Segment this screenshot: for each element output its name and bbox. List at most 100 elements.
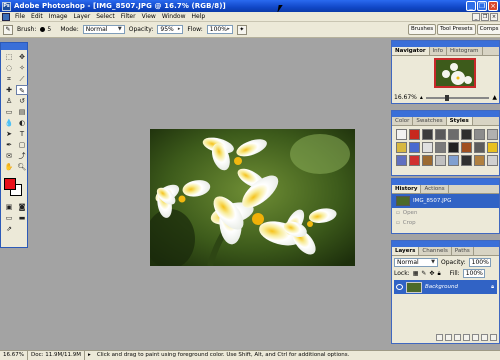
tab-swatches[interactable]: Swatches xyxy=(413,117,447,125)
shape-tool-icon[interactable]: ▢ xyxy=(16,140,28,150)
doc-minimize-button[interactable]: _ xyxy=(472,13,480,21)
tab-styles[interactable]: Styles xyxy=(446,117,473,125)
doc-restore-button[interactable]: ❐ xyxy=(481,13,489,21)
crop-tool-icon[interactable]: ⌗ xyxy=(3,74,15,84)
path-selection-tool-icon[interactable]: ➤ xyxy=(3,129,15,139)
style-swatch[interactable] xyxy=(448,155,459,166)
style-swatch[interactable] xyxy=(435,129,446,140)
history-item[interactable]: ▫ Open xyxy=(392,208,499,218)
magic-wand-tool-icon[interactable]: ✧ xyxy=(16,63,28,73)
menu-layer[interactable]: Layer xyxy=(70,13,93,20)
tab-info[interactable]: Info xyxy=(430,47,447,55)
document-icon[interactable] xyxy=(2,12,10,21)
style-swatch[interactable] xyxy=(448,129,459,140)
style-swatch[interactable] xyxy=(487,142,498,153)
tab-history[interactable]: History xyxy=(392,185,422,193)
gradient-tool-icon[interactable]: ▤ xyxy=(16,107,28,117)
menu-view[interactable]: View xyxy=(139,13,159,20)
menu-help[interactable]: Help xyxy=(189,13,209,20)
link-icon[interactable] xyxy=(436,334,443,341)
new-layer-icon[interactable] xyxy=(481,334,488,341)
close-button[interactable]: × xyxy=(488,1,498,11)
blend-mode-dropdown[interactable]: Normal ▼ xyxy=(394,258,438,267)
lasso-tool-icon[interactable]: ◌ xyxy=(3,63,15,73)
tab-layers[interactable]: Layers xyxy=(392,247,420,255)
style-swatch[interactable] xyxy=(487,129,498,140)
adjustment-layer-icon[interactable] xyxy=(463,334,470,341)
minimize-button[interactable]: _ xyxy=(466,1,476,11)
style-swatch[interactable] xyxy=(474,142,485,153)
history-brush-tool-icon[interactable]: ↺ xyxy=(16,96,28,106)
menu-image[interactable]: Image xyxy=(46,13,71,20)
airbrush-toggle-icon[interactable]: ✦ xyxy=(236,24,247,35)
pen-tool-icon[interactable]: ✒ xyxy=(3,140,15,150)
eraser-tool-icon[interactable]: ▭ xyxy=(3,107,15,117)
style-swatch[interactable] xyxy=(422,129,433,140)
comps-tab[interactable]: Comps xyxy=(476,24,500,35)
tab-actions[interactable]: Actions xyxy=(421,185,449,193)
style-swatch[interactable] xyxy=(435,142,446,153)
brush-picker[interactable]: 5 xyxy=(40,25,56,35)
foreground-color-swatch[interactable] xyxy=(4,178,16,190)
style-swatch[interactable] xyxy=(435,155,446,166)
zoom-slider-handle[interactable] xyxy=(444,94,449,101)
tab-histogram[interactable]: Histogram xyxy=(447,47,483,55)
layer-mask-icon[interactable] xyxy=(454,334,461,341)
eyedropper-tool-icon[interactable]: ⤴ xyxy=(16,151,28,161)
lock-all-icon[interactable]: 🔒︎ xyxy=(437,270,440,278)
tab-channels[interactable]: Channels xyxy=(419,247,452,255)
tab-color[interactable]: Color xyxy=(392,117,414,125)
zoom-out-icon[interactable]: ▴ xyxy=(420,94,423,101)
full-screen-mode-icon[interactable]: ▬ xyxy=(16,213,28,223)
new-group-icon[interactable] xyxy=(472,334,479,341)
navigator-zoom-value[interactable]: 16.67% xyxy=(394,94,417,101)
notes-tool-icon[interactable]: ✉ xyxy=(3,151,15,161)
menu-edit[interactable]: Edit xyxy=(28,13,46,20)
menu-window[interactable]: Window xyxy=(159,13,189,20)
zoom-tool-icon[interactable]: 🔍︎ xyxy=(16,162,28,172)
style-swatch[interactable] xyxy=(396,142,407,153)
style-swatch[interactable] xyxy=(461,142,472,153)
layer-row-background[interactable]: Background 🔒︎ xyxy=(394,280,497,294)
history-item[interactable]: ▫ Crop xyxy=(392,218,499,228)
menu-file[interactable]: File xyxy=(12,13,28,20)
navigator-thumbnail[interactable] xyxy=(434,58,476,88)
document-canvas[interactable] xyxy=(150,129,355,266)
lock-position-icon[interactable]: ✥ xyxy=(429,270,434,277)
history-snapshot[interactable]: IMG_8507.JPG xyxy=(392,194,499,208)
status-zoom[interactable]: 16.67% xyxy=(0,350,28,360)
trash-icon[interactable] xyxy=(490,334,497,341)
slice-tool-icon[interactable]: ⟋ xyxy=(16,74,28,84)
visibility-eye-icon[interactable] xyxy=(396,284,403,290)
layer-style-icon[interactable] xyxy=(445,334,452,341)
style-swatch[interactable] xyxy=(396,129,407,140)
style-swatch[interactable] xyxy=(461,129,472,140)
opacity-field[interactable]: 95% ▸ xyxy=(157,25,184,34)
style-swatch[interactable] xyxy=(461,155,472,166)
dodge-tool-icon[interactable]: ◐ xyxy=(16,118,28,128)
toolbox-header[interactable] xyxy=(1,43,27,50)
type-tool-icon[interactable]: T xyxy=(16,129,28,139)
doc-close-button[interactable]: × xyxy=(490,13,498,21)
fill-field[interactable]: 100% xyxy=(462,269,485,278)
photoshop-app-icon[interactable]: Ps xyxy=(2,1,11,11)
brushes-tab[interactable]: Brushes xyxy=(408,24,437,35)
tab-navigator[interactable]: Navigator xyxy=(392,47,430,55)
tool-presets-tab[interactable]: Tool Presets xyxy=(437,24,476,35)
zoom-slider[interactable] xyxy=(425,94,490,101)
style-swatch[interactable] xyxy=(396,155,407,166)
style-swatch[interactable] xyxy=(422,142,433,153)
menu-select[interactable]: Select xyxy=(93,13,118,20)
zoom-in-icon[interactable]: ▲ xyxy=(492,94,497,101)
lock-transparency-icon[interactable]: ▦ xyxy=(413,270,419,277)
status-arrow-icon[interactable]: ▸ xyxy=(85,351,94,360)
brush-tool-icon[interactable]: ✎ xyxy=(16,85,28,95)
style-swatch[interactable] xyxy=(474,155,485,166)
standard-mode-icon[interactable]: ▣ xyxy=(3,202,15,212)
hand-tool-icon[interactable]: ✋ xyxy=(3,162,15,172)
tab-paths[interactable]: Paths xyxy=(452,247,474,255)
clone-stamp-tool-icon[interactable]: ♙ xyxy=(3,96,15,106)
layer-opacity-field[interactable]: 100% xyxy=(468,258,491,267)
style-swatch[interactable] xyxy=(422,155,433,166)
menu-filter[interactable]: Filter xyxy=(118,13,139,20)
